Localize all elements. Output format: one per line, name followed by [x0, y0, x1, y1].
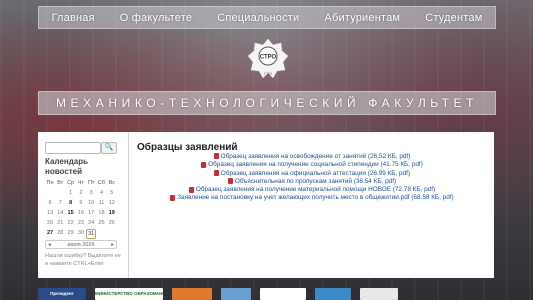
- nav-item-students[interactable]: Студентам: [425, 12, 482, 24]
- calendar-day[interactable]: 19: [107, 209, 117, 217]
- calendar-weekday: Ср: [67, 180, 75, 186]
- file-link-label[interactable]: Образец заявления на получение социально…: [208, 161, 423, 168]
- calendar-weekday: Пн: [46, 180, 54, 186]
- calendar-day: 12: [108, 200, 115, 206]
- nav-item-applicants[interactable]: Абитуриентам: [324, 12, 400, 24]
- calendar-weekday: Чт: [77, 180, 84, 186]
- file-link-label[interactable]: Заявление на постановку на учет желающих…: [177, 194, 453, 201]
- pdf-icon: [213, 153, 219, 160]
- file-link[interactable]: Образец заявления на официальной аттеста…: [137, 170, 487, 178]
- calendar-next-icon[interactable]: ▸: [111, 242, 114, 248]
- error-report-note: Нашли ошибку? Выделите ее и нажмите CTRL…: [45, 253, 121, 267]
- calendar-day: 7: [58, 200, 62, 206]
- page-title: Образцы заявлений: [137, 141, 238, 153]
- calendar-day: 23: [77, 220, 84, 226]
- file-link[interactable]: Объяснительная по пропускам занятий (36.…: [137, 178, 487, 186]
- nav-item-specialties[interactable]: Специальности: [217, 12, 299, 24]
- calendar-day: 3: [89, 190, 93, 196]
- pdf-icon: [188, 186, 194, 193]
- pdf-icon: [201, 161, 207, 168]
- partner-logo[interactable]: [315, 288, 351, 300]
- calendar-day: 25: [98, 220, 105, 226]
- calendar-month-nav: ◂ июля 2026 ▸: [45, 240, 117, 249]
- calendar-day[interactable]: 27: [45, 229, 55, 237]
- partner-logo[interactable]: [260, 288, 306, 300]
- news-calendar: Пн Вт Ср Чт Пт Сб Вс 1 2 3 4 5 6 7 8 9 10 11 12 13 14 15 16 17 1…: [45, 179, 117, 239]
- search-icon: 🔍: [104, 144, 114, 151]
- calendar-day: 1: [69, 190, 73, 196]
- file-link-label[interactable]: Образец заявления на получение материаль…: [196, 186, 435, 193]
- calendar-day: 2: [79, 190, 83, 196]
- calendar-day: [107, 229, 117, 237]
- calendar-weekday: Вс: [108, 180, 115, 186]
- calendar-day: 10: [88, 200, 95, 206]
- calendar-day[interactable]: 8: [66, 199, 76, 207]
- pdf-icon: [227, 178, 233, 185]
- calendar-month-label: июля 2026: [67, 241, 95, 248]
- calendar-day: 21: [57, 220, 64, 226]
- nav-item-home[interactable]: Главная: [52, 12, 95, 24]
- file-link-label[interactable]: Объяснительная по пропускам занятий (36.…: [235, 178, 396, 185]
- partner-logos: Президент МИНИСТЕРСТВО ОБРАЗОВАНИЯ: [38, 286, 494, 300]
- top-navigation: Главная О факультете Специальности Абиту…: [38, 6, 496, 29]
- partner-logo[interactable]: Президент: [38, 288, 86, 300]
- calendar-day: 5: [110, 190, 114, 196]
- calendar-day: 9: [79, 200, 83, 206]
- calendar-day: 30: [77, 230, 84, 236]
- calendar-day: 13: [46, 210, 54, 216]
- calendar-day: 4: [99, 190, 104, 196]
- content-panel: 🔍 Календарь новостей Пн Вт Ср Чт Пт Сб Вс 1 2 3 4 5…: [38, 132, 494, 278]
- pdf-icon: [213, 169, 219, 176]
- calendar-weekday: Сб: [97, 180, 106, 186]
- file-link[interactable]: Заявление на постановку на учет желающих…: [137, 194, 487, 202]
- calendar-day: 26: [108, 220, 115, 226]
- faculty-banner: МЕХАНИКО-ТЕХНОЛОГИЧЕСКИЙ ФАКУЛЬТЕТ: [38, 91, 496, 115]
- partner-logo[interactable]: [221, 288, 251, 300]
- calendar-day: [55, 189, 65, 197]
- file-list: Образец заявления на освобождение от зан…: [137, 153, 487, 203]
- file-link-label[interactable]: Образец заявления на освобождение от зан…: [221, 153, 411, 160]
- calendar-day: 14: [57, 210, 64, 216]
- calendar-title: Календарь новостей: [45, 157, 89, 176]
- calendar-day: 17: [88, 210, 95, 216]
- calendar-day: 11: [98, 200, 105, 206]
- calendar-day: [96, 229, 106, 237]
- nav-item-about[interactable]: О факультете: [120, 12, 192, 24]
- search-button[interactable]: 🔍: [101, 142, 117, 154]
- logo-text: СТРО: [260, 55, 277, 61]
- search-input[interactable]: [45, 142, 101, 154]
- calendar-day: 24: [88, 220, 95, 226]
- partner-logo[interactable]: [172, 288, 212, 300]
- sidebar: 🔍 Календарь новостей Пн Вт Ср Чт Пт Сб Вс 1 2 3 4 5…: [38, 132, 129, 278]
- calendar-day: 28: [57, 230, 64, 236]
- calendar-weekday: Вт: [57, 180, 64, 186]
- calendar-day[interactable]: 15: [66, 209, 76, 217]
- calendar-day: 16: [77, 210, 84, 216]
- partner-logo[interactable]: [360, 288, 398, 300]
- partner-logo[interactable]: МИНИСТЕРСТВО ОБРАЗОВАНИЯ: [95, 288, 163, 300]
- calendar-day: [45, 189, 55, 197]
- calendar-prev-icon[interactable]: ◂: [48, 242, 51, 248]
- file-link[interactable]: Образец заявления на получение социально…: [137, 161, 487, 169]
- pdf-icon: [170, 194, 176, 201]
- calendar-day: 22: [67, 220, 74, 226]
- calendar-day: 31: [86, 229, 97, 239]
- calendar-day: 29: [67, 230, 74, 236]
- calendar-day: 6: [48, 200, 52, 206]
- logo-subtext: ГТИ: [264, 71, 272, 76]
- calendar-day: 18: [98, 210, 105, 216]
- calendar-weekday: Пт: [87, 180, 95, 186]
- faculty-logo[interactable]: СТРО ГТИ: [246, 37, 290, 81]
- calendar-day: 20: [46, 220, 54, 226]
- file-link-label[interactable]: Образец заявления на официальной аттеста…: [221, 170, 410, 177]
